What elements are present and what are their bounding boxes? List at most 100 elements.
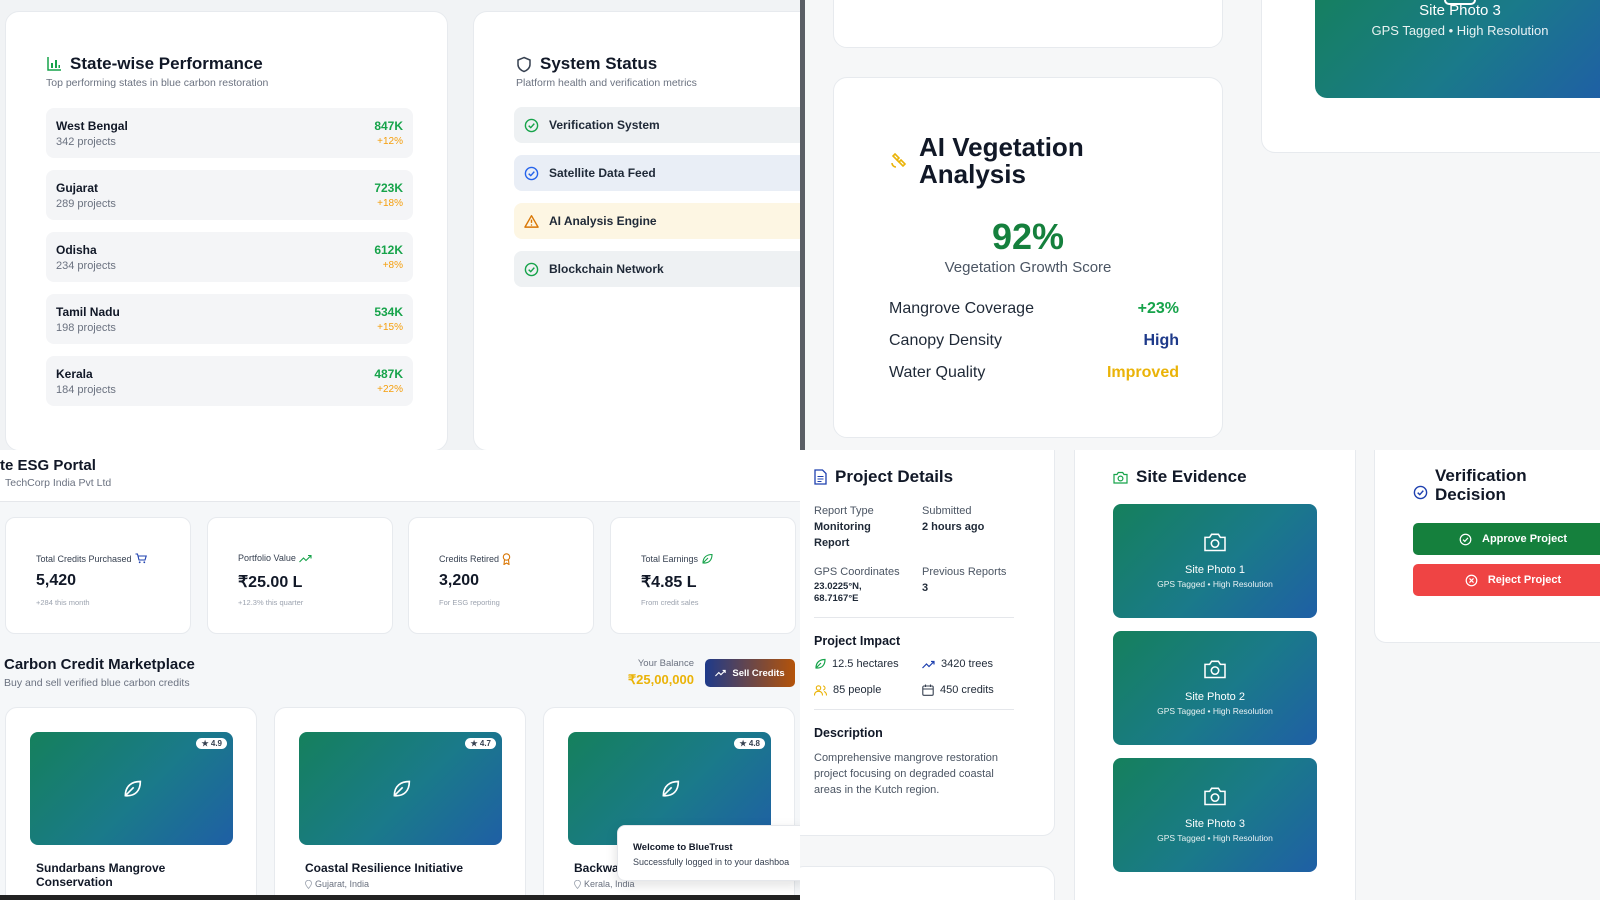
photo-title: Site Photo 3 [1419,2,1501,19]
verification-title-line1: Verification [1435,466,1527,485]
state-name: West Bengal [56,119,128,133]
top-right-panel: Site Photo 3 GPS Tagged • High Resolutio… [805,0,1600,450]
welcome-toast[interactable]: Welcome to BlueTrust Successfully logged… [617,825,800,881]
report-type-label: Report Type [814,505,874,517]
leaf-icon [701,553,713,565]
metric-value: Improved [1106,364,1179,381]
state-performance-card: State-wise Performance Top performing st… [5,11,448,450]
state-growth: +12% [377,136,403,147]
state-row-west-bengal[interactable]: West Bengal 342 projects 847K +12% [46,108,413,158]
rating-badge: ★ 4.9 [196,738,227,749]
check-circle-icon [524,118,539,133]
company-name: TechCorp India Pvt Ltd [5,477,112,489]
site-evidence-card: Site Evidence Site Photo 1 GPS Tagged • … [1074,450,1356,900]
state-name: Kerala [56,367,93,381]
gps-value-line2: 68.7167°E [814,593,859,604]
metric-mangrove-coverage: Mangrove Coverage +23% [889,300,1179,318]
listing-card-sundarbans[interactable]: ★ 4.9 Sundarbans Mangrove Conservation [5,707,257,900]
metric-sub: +284 this month [36,598,90,607]
listing-image: ★ 4.9 [30,732,233,845]
metric-card-portfolio-value: Portfolio Value ₹25.00 L +12.3% this qua… [207,517,393,634]
state-row-kerala[interactable]: Kerala 184 projects 487K +22% [46,356,413,406]
status-row-satellite-data-feed[interactable]: Satellite Data Feed [514,155,800,191]
metric-value: 3,200 [439,572,480,589]
camera-icon [1203,532,1227,552]
listing-name-line1: Sundarbans Mangrove [36,861,166,875]
metric-canopy-density: Canopy Density High [889,332,1179,350]
status-row-blockchain-network[interactable]: Blockchain Network [514,251,800,287]
site-photo-2[interactable]: Site Photo 2 GPS Tagged • High Resolutio… [1113,631,1317,745]
status-row-ai-analysis-engine[interactable]: AI Analysis Engine [514,203,800,239]
bottom-edge-bar [0,895,800,900]
state-row-gujarat[interactable]: Gujarat 289 projects 723K +18% [46,170,413,220]
description-line1: Comprehensive mangrove restoration [814,752,999,764]
satellite-icon [889,150,909,170]
users-icon [814,684,827,696]
rating-badge: ★ 4.8 [734,738,765,749]
metric-value: +23% [1137,300,1179,317]
project-impact-title: Project Impact [814,634,901,648]
leaf-icon [391,779,411,799]
check-circle-icon [524,262,539,277]
metric-label: Mangrove Coverage [889,300,1034,317]
site-photo-3-top[interactable]: Site Photo 3 GPS Tagged • High Resolutio… [1315,0,1600,98]
project-details-card: Project Details Report Type Monitoring R… [800,450,1055,836]
bottom-left-panel: te ESG Portal TechCorp India Pvt Ltd Tot… [0,450,800,900]
metric-sub: For ESG reporting [439,598,500,607]
balance-value: ₹25,00,000 [627,672,694,687]
state-growth: +8% [382,260,403,271]
state-value: 487K [374,367,403,381]
location-pin-icon [305,879,312,889]
metric-water-quality: Water Quality Improved [889,364,1179,382]
state-row-tamil-nadu[interactable]: Tamil Nadu 198 projects 534K +15% [46,294,413,344]
photo-subtitle: GPS Tagged • High Resolution [1157,579,1273,589]
project-details-title: Project Details [835,467,954,486]
next-card-top [800,866,1055,900]
metric-label: Total Earnings [641,554,699,564]
marketplace-title: Carbon Credit Marketplace [4,656,195,673]
balance-label: Your Balance [637,658,694,669]
photo-subtitle: GPS Tagged • High Resolution [1157,706,1273,716]
camera-icon [1203,786,1227,806]
approve-project-button[interactable]: Approve Project [1413,523,1600,555]
ai-vegetation-title-line2: Analysis [919,159,1026,189]
reject-project-button[interactable]: Reject Project [1413,564,1600,596]
state-name: Tamil Nadu [56,305,120,319]
listing-card-coastal-resilience[interactable]: ★ 4.7 Coastal Resilience Initiative Guja… [274,707,526,900]
metric-card-credits-purchased: Total Credits Purchased 5,420 +284 this … [5,517,191,634]
trend-up-icon [715,669,727,677]
metric-label: Canopy Density [889,332,1002,349]
metric-card-total-earnings: Total Earnings ₹4.85 L From credit sales [610,517,796,634]
state-growth: +18% [377,198,403,209]
leaf-icon [660,779,680,799]
listing-name-line1: Coastal Resilience Initiative [305,861,464,875]
calendar-icon [922,684,934,696]
toast-title: Welcome to BlueTrust [633,842,733,853]
portal-title: te ESG Portal [0,457,96,474]
previous-reports-value: 3 [922,582,929,594]
listing-name-line2: Conservation [36,875,113,889]
status-label: Blockchain Network [549,262,664,276]
listing-image: ★ 4.7 [299,732,502,845]
gps-label: GPS Coordinates [814,566,900,578]
site-evidence-title: Site Evidence [1136,467,1247,486]
verification-decision-card: Verification Decision Approve Project Re… [1374,450,1600,643]
report-type-value-line2: Report [814,537,850,549]
state-projects: 198 projects [56,322,116,334]
photo-subtitle: GPS Tagged • High Resolution [1371,23,1549,38]
toast-message: Successfully logged in to your dashboa [633,857,790,867]
status-row-verification-system[interactable]: Verification System [514,107,800,143]
sell-credits-button[interactable]: Sell Credits [705,659,795,687]
bar-chart-icon [46,56,62,72]
state-row-odisha[interactable]: Odisha 234 projects 612K +8% [46,232,413,282]
site-photo-3[interactable]: Site Photo 3 GPS Tagged • High Resolutio… [1113,758,1317,872]
check-circle-icon [1413,485,1428,500]
portal-header: te ESG Portal TechCorp India Pvt Ltd [0,450,800,502]
top-left-panel: State-wise Performance Top performing st… [0,0,800,450]
submitted-value: 2 hours ago [922,521,985,533]
status-label: Satellite Data Feed [549,166,656,180]
site-photo-1[interactable]: Site Photo 1 GPS Tagged • High Resolutio… [1113,504,1317,618]
metric-label: Credits Retired [439,554,500,564]
submitted-label: Submitted [922,505,972,517]
state-value: 534K [374,305,403,319]
